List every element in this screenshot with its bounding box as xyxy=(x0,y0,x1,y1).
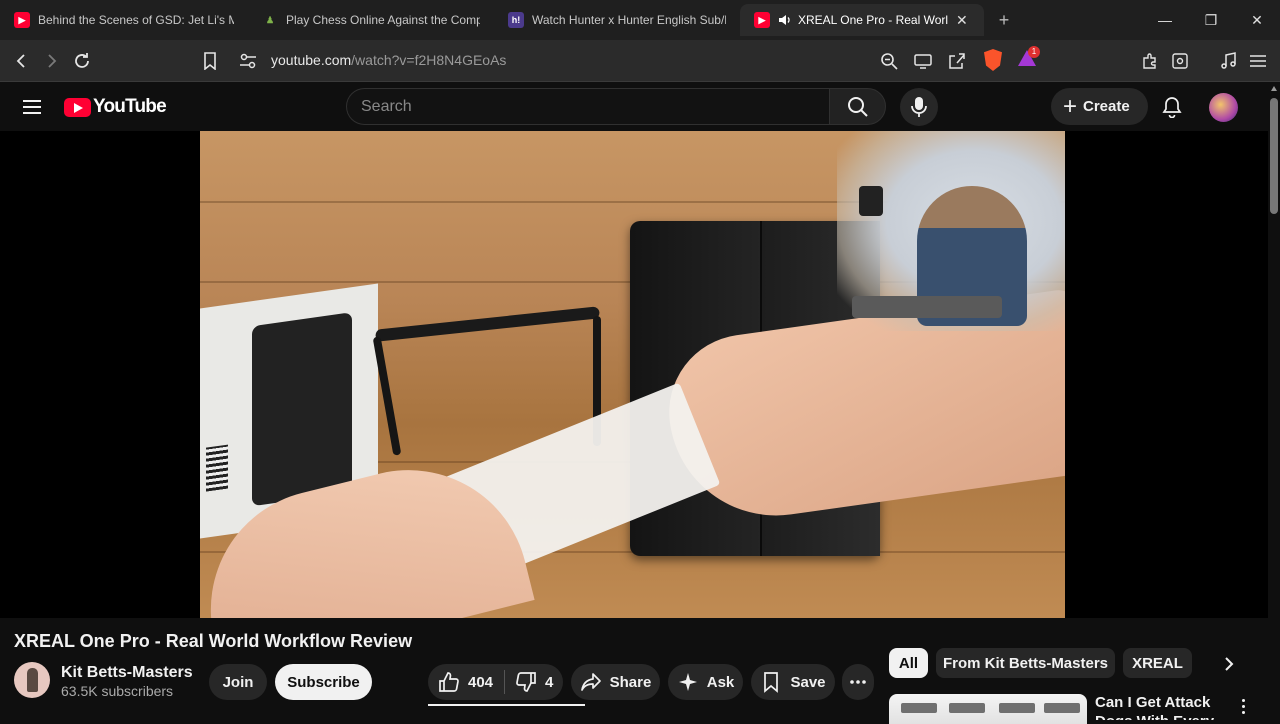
subscriber-count: 63.5K subscribers xyxy=(61,683,174,699)
restore-icon[interactable]: ❐ xyxy=(1188,0,1234,40)
extensions-icon[interactable] xyxy=(1137,48,1163,74)
wallet-icon[interactable] xyxy=(1167,48,1193,74)
thumbs-down-icon xyxy=(516,672,536,692)
scroll-up-icon[interactable] xyxy=(1271,86,1277,91)
more-horizontal-icon xyxy=(850,680,866,684)
brave-shields-icon[interactable] xyxy=(984,49,1002,71)
youtube-logo[interactable]: YouTube xyxy=(64,96,167,118)
channel-name[interactable]: Kit Betts-Masters xyxy=(61,664,193,682)
recommendation-title[interactable]: Can I Get Attack Dogs With Every xyxy=(1095,693,1225,720)
search-box xyxy=(346,88,829,125)
bookmark-icon[interactable] xyxy=(197,48,223,74)
save-label: Save xyxy=(790,673,826,691)
youtube-icon: ▶ xyxy=(14,12,30,28)
share-page-icon[interactable] xyxy=(944,48,970,74)
sparkle-icon xyxy=(678,673,697,691)
share-label: Share xyxy=(609,673,652,691)
tab-title: XREAL One Pro - Real World W xyxy=(798,13,948,27)
page-scrollbar[interactable] xyxy=(1268,83,1280,720)
youtube-icon: ▶ xyxy=(754,12,770,28)
like-dislike-group: 404 4 xyxy=(428,664,563,700)
browser-tab-3[interactable]: h! Watch Hunter x Hunter English Sub/D xyxy=(494,4,736,36)
reload-icon[interactable] xyxy=(69,48,95,74)
microphone-icon xyxy=(911,97,927,117)
like-button[interactable]: 404 xyxy=(428,664,504,700)
browser-tab-2[interactable]: ♟ Play Chess Online Against the Compu xyxy=(248,4,490,36)
browser-tab-strip: ▶ Behind the Scenes of GSD: Jet Li's Mo … xyxy=(0,0,1280,40)
like-ratio-bar xyxy=(428,704,585,706)
create-button[interactable]: + Create xyxy=(1051,88,1148,125)
chip-all[interactable]: All xyxy=(889,648,928,678)
chips-next-button[interactable] xyxy=(1215,650,1243,678)
recommendation-menu-icon[interactable] xyxy=(1236,696,1250,716)
more-actions-button[interactable] xyxy=(842,664,874,700)
thumbs-up-icon xyxy=(439,672,459,692)
account-avatar[interactable] xyxy=(1209,93,1238,122)
channel-avatar[interactable] xyxy=(14,662,50,698)
new-tab-button[interactable]: + xyxy=(990,8,1018,32)
tab-title: Watch Hunter x Hunter English Sub/D xyxy=(532,13,726,27)
hianime-icon: h! xyxy=(508,12,524,28)
subscribe-button[interactable]: Subscribe xyxy=(275,664,372,700)
chip-xreal[interactable]: XREAL xyxy=(1123,648,1192,678)
close-window-icon[interactable]: ✕ xyxy=(1234,0,1280,40)
rewards-badge: 1 xyxy=(1028,46,1040,58)
url-host: youtube.com xyxy=(271,52,352,68)
share-icon xyxy=(580,673,601,691)
address-bar-url[interactable]: youtube.com/watch?v=f2H8N4GEoAs xyxy=(271,52,506,68)
create-label: Create xyxy=(1083,98,1130,115)
share-button[interactable]: Share xyxy=(571,664,660,700)
chip-from-channel[interactable]: From Kit Betts-Masters xyxy=(936,648,1115,678)
forward-icon[interactable] xyxy=(38,48,64,74)
ask-button[interactable]: Ask xyxy=(668,664,743,700)
plus-icon: + xyxy=(1063,92,1078,120)
close-tab-icon[interactable]: ✕ xyxy=(956,12,968,29)
video-title: XREAL One Pro - Real World Workflow Revi… xyxy=(14,631,413,651)
save-button[interactable]: Save xyxy=(751,664,835,700)
voice-search-button[interactable] xyxy=(900,88,938,126)
media-controls-icon[interactable] xyxy=(1216,48,1242,74)
back-icon[interactable] xyxy=(9,48,35,74)
search-button[interactable] xyxy=(829,88,886,125)
zoom-icon[interactable] xyxy=(876,48,902,74)
like-count: 404 xyxy=(468,673,494,691)
browser-tab-active[interactable]: ▶ XREAL One Pro - Real World W ✕ xyxy=(740,4,984,36)
chevron-right-icon xyxy=(1225,657,1234,671)
chess-pawn-icon: ♟ xyxy=(265,14,275,25)
search-icon xyxy=(847,96,868,117)
dislike-button[interactable]: 4 xyxy=(505,664,553,700)
ask-label: Ask xyxy=(706,673,735,691)
site-settings-icon[interactable] xyxy=(235,48,261,74)
join-button[interactable]: Join xyxy=(209,664,267,700)
url-path: /watch?v=f2H8N4GEoAs xyxy=(351,52,507,68)
tab-title: Behind the Scenes of GSD: Jet Li's Mo xyxy=(38,13,234,27)
video-frame[interactable] xyxy=(200,131,1065,618)
scrollbar-thumb[interactable] xyxy=(1270,98,1278,214)
youtube-play-icon xyxy=(64,97,91,117)
youtube-header: YouTube + Create xyxy=(0,83,1268,131)
browser-toolbar: youtube.com/watch?v=f2H8N4GEoAs 1 xyxy=(0,40,1280,82)
tab-title: Play Chess Online Against the Compu xyxy=(286,13,480,27)
browser-tab-1[interactable]: ▶ Behind the Scenes of GSD: Jet Li's Mo xyxy=(0,4,244,36)
speaker-icon[interactable] xyxy=(778,13,792,27)
guide-menu-icon[interactable] xyxy=(20,95,44,119)
minimize-icon[interactable]: — xyxy=(1142,0,1188,40)
bookmark-save-icon xyxy=(764,672,779,693)
video-player[interactable] xyxy=(0,131,1268,618)
search-input[interactable] xyxy=(347,89,829,124)
youtube-logo-text: YouTube xyxy=(93,96,167,117)
dislike-count: 4 xyxy=(545,673,554,691)
brave-rewards-icon[interactable]: 1 xyxy=(1018,46,1040,68)
cast-icon[interactable] xyxy=(910,48,936,74)
presenter-cameo-image xyxy=(837,131,1065,331)
browser-menu-icon[interactable] xyxy=(1245,48,1271,74)
notifications-bell-icon[interactable] xyxy=(1159,93,1185,121)
